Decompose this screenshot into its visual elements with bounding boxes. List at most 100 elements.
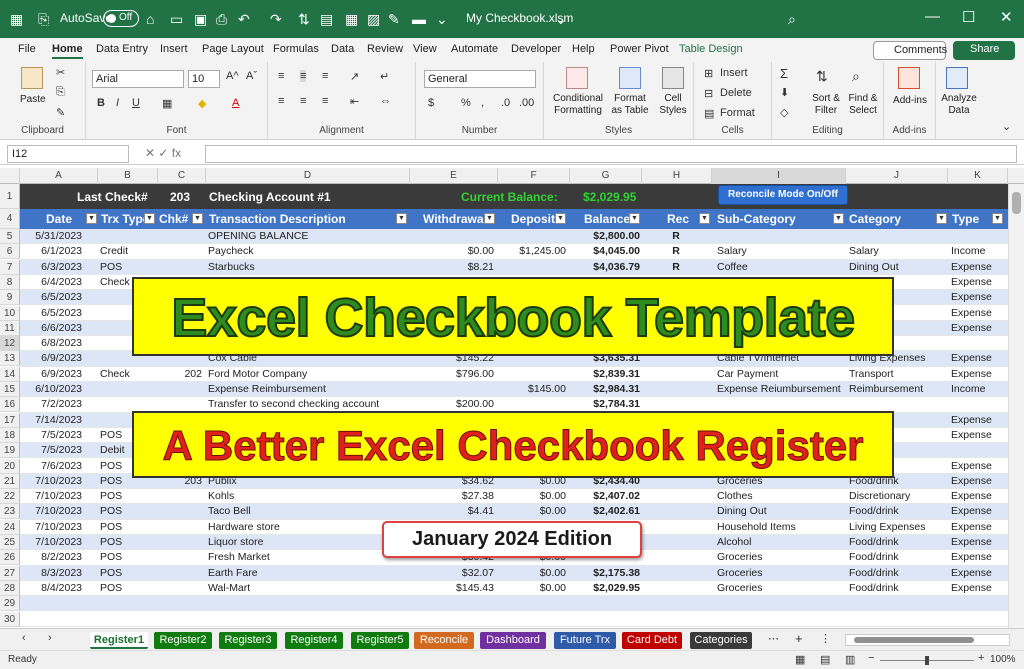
row-header[interactable]: 16	[0, 397, 20, 413]
table-row[interactable]: 6/3/2023 POS Starbucks $8.21 $4,036.79 R Coffe…	[20, 259, 1008, 275]
table-cell[interactable]: $2,175.38	[572, 566, 640, 581]
align-middle-icon[interactable]: ≡	[300, 70, 307, 82]
table-cell[interactable]: R	[642, 260, 710, 275]
table-cell[interactable]: $0.00	[498, 504, 566, 519]
table-cell[interactable]: 7/6/2023	[20, 459, 82, 474]
table-cell[interactable]: Salary	[849, 244, 949, 259]
table-cell[interactable]: Salary	[717, 244, 847, 259]
column-header[interactable]: B	[98, 168, 158, 184]
table-cell[interactable]: $2,984.31	[572, 382, 640, 397]
form-icon[interactable]: ▤	[320, 10, 333, 28]
tab-file[interactable]: File	[18, 43, 36, 55]
open-folder-icon[interactable]: ▭	[170, 10, 183, 28]
customize-icon[interactable]: ⌄	[436, 10, 448, 28]
format-cells-icon[interactable]: ▤	[704, 107, 714, 120]
table-cell[interactable]: $32.07	[412, 566, 494, 581]
table-cell[interactable]: $0.00	[498, 581, 566, 596]
sheet-tab[interactable]: Register3	[219, 632, 277, 649]
copy-icon[interactable]: ⎘	[56, 86, 65, 99]
currency-icon[interactable]: $	[428, 97, 434, 109]
row-header[interactable]: 20	[0, 458, 20, 474]
table-cell[interactable]: Expense	[951, 413, 1011, 428]
tab-review[interactable]: Review	[367, 43, 403, 55]
table-cell[interactable]: Earth Fare	[208, 566, 408, 581]
number-format-select[interactable]: General	[424, 70, 536, 88]
table-cell[interactable]: Clothes	[717, 489, 847, 504]
tab-insert[interactable]: Insert	[160, 43, 188, 55]
analyze-data-button[interactable]: Analyze Data	[940, 93, 978, 117]
reconcile-mode-button[interactable]: Reconcile Mode On/Off	[718, 185, 848, 205]
table-cell[interactable]: Expense	[951, 520, 1011, 535]
table-cell[interactable]: POS	[100, 504, 155, 519]
table-cell[interactable]: Paycheck	[208, 244, 408, 259]
row-header[interactable]: 6	[0, 244, 20, 260]
column-header[interactable]: A	[20, 168, 98, 184]
sheet-tab[interactable]: Register4	[285, 632, 343, 649]
row-header[interactable]: 10	[0, 305, 20, 321]
column-header[interactable]: K	[948, 168, 1008, 184]
comments-button[interactable]: Comments	[873, 41, 947, 60]
table-cell[interactable]: 7/10/2023	[20, 520, 82, 535]
table-cell[interactable]: 7/10/2023	[20, 474, 82, 489]
table-cell[interactable]: Expense Reiumbursement	[717, 382, 847, 397]
row-header[interactable]: 27	[0, 565, 20, 581]
column-header[interactable]: H	[642, 168, 712, 184]
bold-icon[interactable]: B	[97, 97, 105, 109]
table-cell[interactable]: 8/4/2023	[20, 581, 82, 596]
sheet-tab[interactable]: Register1	[90, 632, 148, 649]
table-cell[interactable]: Dining Out	[717, 504, 847, 519]
insert-cells-button[interactable]: Insert	[720, 67, 748, 79]
vertical-scrollbar[interactable]	[1008, 184, 1024, 628]
row-header[interactable]: 24	[0, 519, 20, 535]
table-cell[interactable]: Starbucks	[208, 260, 408, 275]
select-all-corner[interactable]	[0, 168, 20, 184]
horizontal-scrollbar[interactable]	[845, 634, 1010, 646]
align-left-icon[interactable]: ≡	[278, 95, 284, 107]
table-cell[interactable]: Reimbursement	[849, 382, 949, 397]
row-header[interactable]: 8	[0, 274, 20, 290]
chevron-down-icon[interactable]: ⌄	[555, 10, 567, 28]
table-cell[interactable]: Food/drink	[849, 550, 949, 565]
sort-filter-icon[interactable]: ⇅	[816, 68, 828, 85]
format-as-table-icon[interactable]	[619, 67, 641, 89]
tab-automate[interactable]: Automate	[451, 43, 498, 55]
wrap-text-icon[interactable]: ↵	[380, 70, 389, 83]
table-cell[interactable]: Coffee	[717, 260, 847, 275]
sheet-tab[interactable]: Future Trx	[554, 632, 616, 649]
table-cell[interactable]: Expense	[951, 321, 1011, 336]
table-cell[interactable]: $2,029.95	[572, 581, 640, 596]
table-cell[interactable]: POS	[100, 566, 155, 581]
horizontal-scroll-thumb[interactable]	[854, 637, 974, 643]
table-cell[interactable]: $1,245.00	[498, 244, 566, 259]
row-header[interactable]: 22	[0, 489, 20, 505]
filter-dropdown-icon[interactable]: ▼	[192, 213, 203, 224]
table-cell[interactable]: Living Expenses	[849, 520, 949, 535]
tab-page-layout[interactable]: Page Layout	[202, 43, 264, 55]
formula-input[interactable]	[205, 145, 1017, 163]
table-row[interactable]: 6/1/2023 Credit Paycheck $0.00 $1,245.00 $4,0…	[20, 244, 1008, 260]
table-row[interactable]: 8/3/2023 POS Earth Fare $32.07 $0.00 $2,175.3…	[20, 565, 1008, 581]
table-cell[interactable]: Expense	[951, 459, 1011, 474]
table-cell[interactable]: 6/8/2023	[20, 336, 82, 351]
table-cell[interactable]: 7/10/2023	[20, 535, 82, 550]
column-header[interactable]: C	[158, 168, 206, 184]
column-header[interactable]: J	[846, 168, 948, 184]
table-cell[interactable]: Groceries	[717, 581, 847, 596]
sheet-tab[interactable]: Card Debt	[622, 632, 682, 649]
merge-icon[interactable]: ⇔	[380, 95, 391, 107]
font-family-select[interactable]: Arial	[92, 70, 184, 88]
table-row[interactable]: 8/4/2023 POS Wal-Mart $145.43 $0.00 $2,029.95…	[20, 581, 1008, 597]
cut-icon[interactable]: ✂	[56, 66, 65, 79]
row-header[interactable]: 18	[0, 427, 20, 443]
align-bottom-icon[interactable]: ≡	[322, 70, 328, 82]
table-cell[interactable]: 6/10/2023	[20, 382, 82, 397]
format-painter-icon[interactable]: ✎	[56, 106, 65, 119]
table-cell[interactable]: 8/2/2023	[20, 550, 82, 565]
more-sheets-icon[interactable]: ⋯	[768, 632, 779, 645]
table-cell[interactable]: Expense	[951, 367, 1011, 382]
table-cell[interactable]: Food/drink	[849, 566, 949, 581]
table-cell[interactable]: 8/3/2023	[20, 566, 82, 581]
table-cell[interactable]: 7/14/2023	[20, 413, 82, 428]
column-header[interactable]: I	[712, 168, 846, 184]
table-cell[interactable]: $0.00	[498, 566, 566, 581]
